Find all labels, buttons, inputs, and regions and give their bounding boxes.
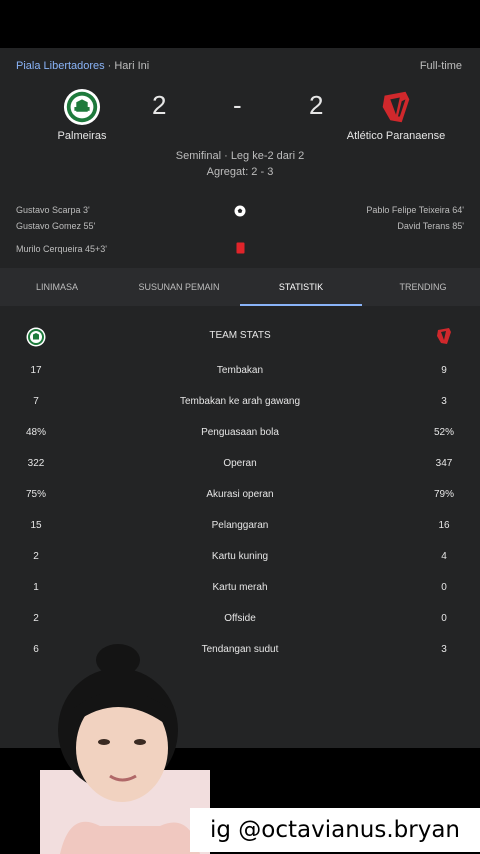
stat-label: Pelanggaran [211,520,269,531]
competition-link[interactable]: Piala Libertadores [16,60,105,72]
stat-away-value: 79% [433,489,454,500]
stat-away-value: 16 [438,520,450,531]
active-tab-indicator [240,304,362,306]
away-team-name: Atlético Paranaense [346,130,446,142]
stat-label: Offside [224,613,256,624]
stat-away-value: 347 [435,458,453,469]
away-score: 2 [309,90,324,120]
stat-away-value: 3 [441,644,447,655]
stat-away-value: 52% [433,427,454,438]
stat-row: 7 Tembakan ke arah gawang 3 [0,396,480,412]
score-separator: - [233,90,242,120]
away-team[interactable]: Atlético Paranaense [326,88,466,142]
tab-label: LINIMASA [35,282,78,292]
stat-home-value: 48% [25,427,46,438]
stat-away-value: 3 [441,396,447,407]
instagram-handle-caption: ig @octavianus.bryan [190,808,480,852]
tab-label: STATISTIK [278,282,324,292]
stat-away-value: 9 [441,365,447,376]
webcam-overlay [40,644,210,854]
stat-row: 2 Kartu kuning 4 [0,551,480,567]
stat-away-value: 0 [441,582,447,593]
stat-label: Akurasi operan [206,489,274,500]
stat-home-value: 7 [33,396,39,407]
stat-home-value: 2 [33,551,39,562]
match-header: Piala Libertadores · Hari Ini Full-time [16,60,464,74]
stat-home-value: 1 [33,582,39,593]
home-goal-scorer: Gustavo Gomez 55' [16,221,96,231]
stat-home-value: 2 [33,613,39,624]
match-day: Hari Ini [114,60,150,72]
athletico-crest-icon [437,328,451,344]
stat-away-value: 4 [441,551,447,562]
stat-home-value: 17 [30,365,42,376]
tab-trending[interactable]: TRENDING [366,268,480,306]
stat-label: Penguasaan bola [201,427,279,438]
tab-linimasa[interactable]: LINIMASA [0,268,114,306]
home-team[interactable]: Palmeiras [12,88,152,142]
team-stats-title: TEAM STATS [209,330,271,341]
home-card-player: Murilo Cerqueira 45+3' [16,244,108,254]
palmeiras-crest-icon [63,88,101,126]
home-goal-scorer: Gustavo Scarpa 3' [16,205,90,215]
stat-label: Tembakan [216,365,264,376]
athletico-crest-icon [382,91,410,123]
stats-header: TEAM STATS [0,327,480,347]
stat-row: 48% Penguasaan bola 52% [0,427,480,443]
home-score: 2 [152,90,167,120]
match-status: Full-time [419,60,462,72]
stat-row: 15 Pelanggaran 16 [0,520,480,536]
match-aggregate: Agregat: 2 - 3 [206,166,274,178]
stat-row: 17 Tembakan 9 [0,365,480,381]
stat-home-value: 15 [30,520,42,531]
stat-label: Tembakan ke arah gawang [179,396,301,407]
header-separator: · [107,60,112,72]
stat-away-value: 0 [441,613,447,624]
tab-statistik[interactable]: STATISTIK [240,268,362,306]
stat-label: Operan [223,458,257,469]
away-goal-scorer: David Terans 85' [397,221,464,231]
tab-label: SUSUNAN PEMAIN [138,282,220,292]
tab-bar: LINIMASA SUSUNAN PEMAIN STATISTIK TRENDI… [0,268,480,306]
stat-home-value: 75% [25,489,46,500]
away-goal-scorer: Pablo Felipe Teixeira 64' [366,205,464,215]
match-stage: Semifinal · Leg ke-2 dari 2 [175,150,305,162]
stat-label: Kartu kuning [211,551,269,562]
tab-label: TRENDING [399,282,447,292]
tab-susunan-pemain[interactable]: SUSUNAN PEMAIN [114,268,244,306]
stat-label: Kartu merah [212,582,268,593]
stat-home-value: 322 [27,458,45,469]
red-card-icon [236,242,245,254]
stat-row: 2 Offside 0 [0,613,480,629]
stat-row: 1 Kartu merah 0 [0,582,480,598]
stat-row: 75% Akurasi operan 79% [0,489,480,505]
stat-row: 322 Operan 347 [0,458,480,474]
palmeiras-crest-icon [26,327,46,347]
soccer-ball-icon [234,205,246,217]
home-team-name: Palmeiras [57,130,107,142]
